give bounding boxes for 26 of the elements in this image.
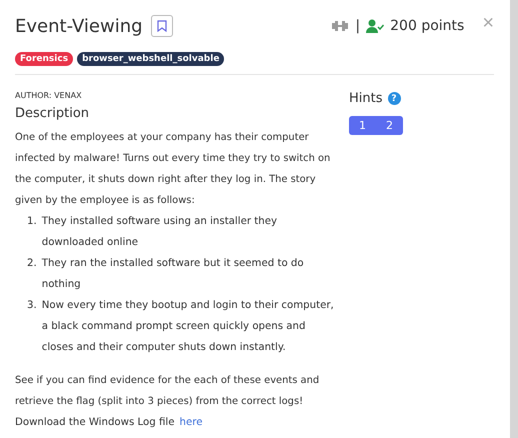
hint-button[interactable]: 1	[349, 116, 376, 135]
category-tag: browser_webshell_solvable	[77, 52, 224, 66]
category-tag: Forensics	[15, 52, 74, 66]
description-text: One of the employees at your company has their computer infected by malware! Turns out every time they try to switch on the computer, it shuts down right after they log in. The story given by the employee is as follows:	[15, 131, 332, 208]
download-link[interactable]: here	[180, 412, 202, 433]
list-item-text: They installed software using an installer they downloaded online	[42, 215, 278, 250]
challenge-title: Event-Viewing	[15, 16, 143, 36]
download-text: Download the Windows Log file	[15, 416, 174, 430]
points-label: 200 points	[390, 18, 464, 34]
close-button[interactable]: ×	[482, 13, 494, 33]
list-number: 2.	[27, 257, 37, 271]
dumbbell-icon	[331, 20, 350, 32]
bookmark-icon	[156, 20, 167, 32]
list-item-text: They ran the installed software but it seemed to do nothing	[42, 257, 305, 292]
description-text: See if you can find evidence for the each of these events and retrieve the flag (split into 3 pieces) from the correct logs!	[15, 374, 320, 409]
hints-heading: Hints	[349, 91, 382, 106]
author-label: AUTHOR: VENAX	[15, 91, 83, 100]
list-item-text: Now every time they bootup and login to their computer, a black command prompt screen quickly opens and closes and their computer shuts down instantly.	[42, 299, 335, 355]
list-number: 1.	[27, 215, 37, 229]
help-icon[interactable]: ?	[388, 92, 400, 105]
bookmark-button[interactable]	[150, 15, 173, 37]
hint-button[interactable]: 2	[376, 116, 403, 135]
description-heading: Description	[15, 106, 90, 121]
user-check-icon	[366, 19, 384, 33]
list-number: 3.	[27, 299, 37, 313]
separator: |	[355, 18, 360, 34]
